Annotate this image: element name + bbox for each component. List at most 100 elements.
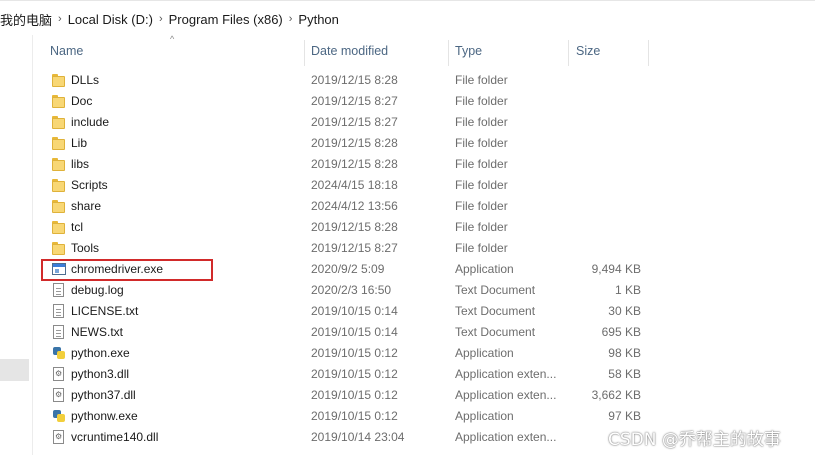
text-document-icon	[52, 325, 66, 340]
chevron-right-icon[interactable]: ›	[159, 13, 163, 25]
watermark: CSDN @乔帮主的故事	[608, 430, 781, 450]
file-row[interactable]: share 2024/4/12 13:56 File folder	[0, 196, 815, 217]
file-size: 9,494 KB	[591, 262, 641, 276]
file-date-modified: 2019/10/15 0:14	[311, 304, 398, 318]
file-row[interactable]: tcl 2019/12/15 8:28 File folder	[0, 217, 815, 238]
file-name[interactable]: python3.dll	[71, 364, 129, 385]
file-name[interactable]: DLLs	[71, 70, 99, 91]
file-row[interactable]: NEWS.txt 2019/10/15 0:14 Text Document 695 …	[0, 322, 815, 343]
file-date-modified: 2019/10/15 0:12	[311, 367, 398, 381]
file-date-modified: 2019/10/15 0:14	[311, 325, 398, 339]
file-type: Application exten...	[455, 430, 557, 444]
file-row[interactable]: include 2019/12/15 8:27 File folder	[0, 112, 815, 133]
column-header-name[interactable]: Name	[50, 36, 83, 66]
file-date-modified: 2024/4/15 18:18	[311, 178, 398, 192]
file-name[interactable]: include	[71, 112, 109, 133]
file-type: Application	[455, 262, 514, 276]
python-icon	[52, 346, 66, 361]
file-date-modified: 2019/12/15 8:28	[311, 220, 398, 234]
chevron-right-icon[interactable]: ›	[289, 13, 293, 25]
file-row[interactable]: DLLs 2019/12/15 8:28 File folder	[0, 70, 815, 91]
file-row[interactable]: Tools 2019/12/15 8:27 File folder	[0, 238, 815, 259]
column-divider[interactable]	[648, 40, 649, 66]
file-date-modified: 2019/12/15 8:27	[311, 241, 398, 255]
file-date-modified: 2020/2/3 16:50	[311, 283, 392, 297]
file-date-modified: 2024/4/12 13:56	[311, 199, 398, 213]
file-name[interactable]: Tools	[71, 238, 99, 259]
file-date-modified: 2019/10/15 0:12	[311, 388, 398, 402]
file-row[interactable]: pythonw.exe 2019/10/15 0:12 Application 97 …	[0, 406, 815, 427]
breadcrumb-item-computer[interactable]: 我的电脑	[0, 10, 52, 29]
file-name[interactable]: python37.dll	[71, 385, 136, 406]
file-size: 58 KB	[608, 367, 641, 381]
dll-icon	[52, 430, 66, 445]
file-type: File folder	[455, 73, 508, 87]
file-row[interactable]: python3.dll 2019/10/15 0:12 Application ex…	[0, 364, 815, 385]
breadcrumb-item-program-files[interactable]: Program Files (x86)	[169, 12, 283, 27]
file-name[interactable]: vcruntime140.dll	[71, 427, 158, 448]
file-type: File folder	[455, 241, 508, 255]
text-document-icon	[52, 283, 66, 298]
file-type: Text Document	[455, 325, 536, 339]
column-header-date-modified[interactable]: Date modified	[311, 36, 388, 66]
file-size	[570, 112, 641, 133]
file-row[interactable]: Doc 2019/12/15 8:27 File folder	[0, 91, 815, 112]
file-size: 98 KB	[608, 346, 641, 360]
file-size	[570, 133, 641, 154]
file-date-modified: 2019/12/15 8:27	[311, 115, 398, 129]
folder-icon	[52, 178, 66, 193]
breadcrumb-item-python[interactable]: Python	[298, 12, 338, 27]
file-date-modified: 2020/9/2 5:09	[311, 262, 385, 276]
breadcrumb-item-local-disk[interactable]: Local Disk (D:)	[68, 12, 153, 27]
column-header-type[interactable]: Type	[455, 36, 482, 66]
file-row[interactable]: python.exe 2019/10/15 0:12 Application 98 K…	[0, 343, 815, 364]
column-divider[interactable]	[568, 40, 569, 66]
file-name[interactable]: python.exe	[71, 343, 130, 364]
top-border	[0, 0, 815, 1]
file-name[interactable]: pythonw.exe	[71, 406, 138, 427]
file-row[interactable]: Lib 2019/12/15 8:28 File folder	[0, 133, 815, 154]
file-name[interactable]: Doc	[71, 91, 92, 112]
folder-icon	[52, 241, 66, 256]
file-type: Text Document	[455, 304, 536, 318]
file-row[interactable]: python37.dll 2019/10/15 0:12 Application e…	[0, 385, 815, 406]
file-row[interactable]: Scripts 2024/4/15 18:18 File folder	[0, 175, 815, 196]
file-date-modified: 2019/12/15 8:28	[311, 73, 398, 87]
file-name[interactable]: share	[71, 196, 101, 217]
column-header-size[interactable]: Size	[576, 36, 600, 66]
file-type: Application	[455, 409, 514, 423]
folder-icon	[52, 73, 66, 88]
file-date-modified: 2019/12/15 8:28	[311, 136, 398, 150]
folder-icon	[52, 199, 66, 214]
file-date-modified: 2019/10/15 0:12	[311, 409, 398, 423]
column-divider[interactable]	[448, 40, 449, 66]
file-name[interactable]: tcl	[71, 217, 83, 238]
file-type: File folder	[455, 115, 508, 129]
breadcrumb: 我的电脑 › Local Disk (D:) › Program Files (…	[0, 8, 339, 30]
file-type: File folder	[455, 94, 508, 108]
file-type: File folder	[455, 199, 508, 213]
text-document-icon	[52, 304, 66, 319]
file-size	[570, 238, 641, 259]
file-size	[570, 154, 641, 175]
file-name[interactable]: debug.log	[71, 280, 124, 301]
file-name[interactable]: Lib	[71, 133, 87, 154]
file-name[interactable]: NEWS.txt	[71, 322, 123, 343]
file-date-modified: 2019/12/15 8:27	[311, 94, 398, 108]
file-size	[570, 175, 641, 196]
file-size: 695 KB	[601, 325, 641, 339]
column-divider[interactable]	[304, 40, 305, 66]
python-icon	[52, 409, 66, 424]
file-row[interactable]: debug.log 2020/2/3 16:50 Text Document 1 KB	[0, 280, 815, 301]
file-row[interactable]: libs 2019/12/15 8:28 File folder	[0, 154, 815, 175]
file-name[interactable]: LICENSE.txt	[71, 301, 138, 322]
chevron-right-icon[interactable]: ›	[58, 13, 62, 25]
file-date-modified: 2019/12/15 8:28	[311, 157, 398, 171]
highlight-annotation-box	[41, 259, 213, 281]
file-name[interactable]: libs	[71, 154, 89, 175]
file-row[interactable]: LICENSE.txt 2019/10/15 0:14 Text Document 3…	[0, 301, 815, 322]
dll-icon	[52, 388, 66, 403]
file-size: 30 KB	[608, 304, 641, 318]
file-size	[570, 91, 641, 112]
file-name[interactable]: Scripts	[71, 175, 108, 196]
